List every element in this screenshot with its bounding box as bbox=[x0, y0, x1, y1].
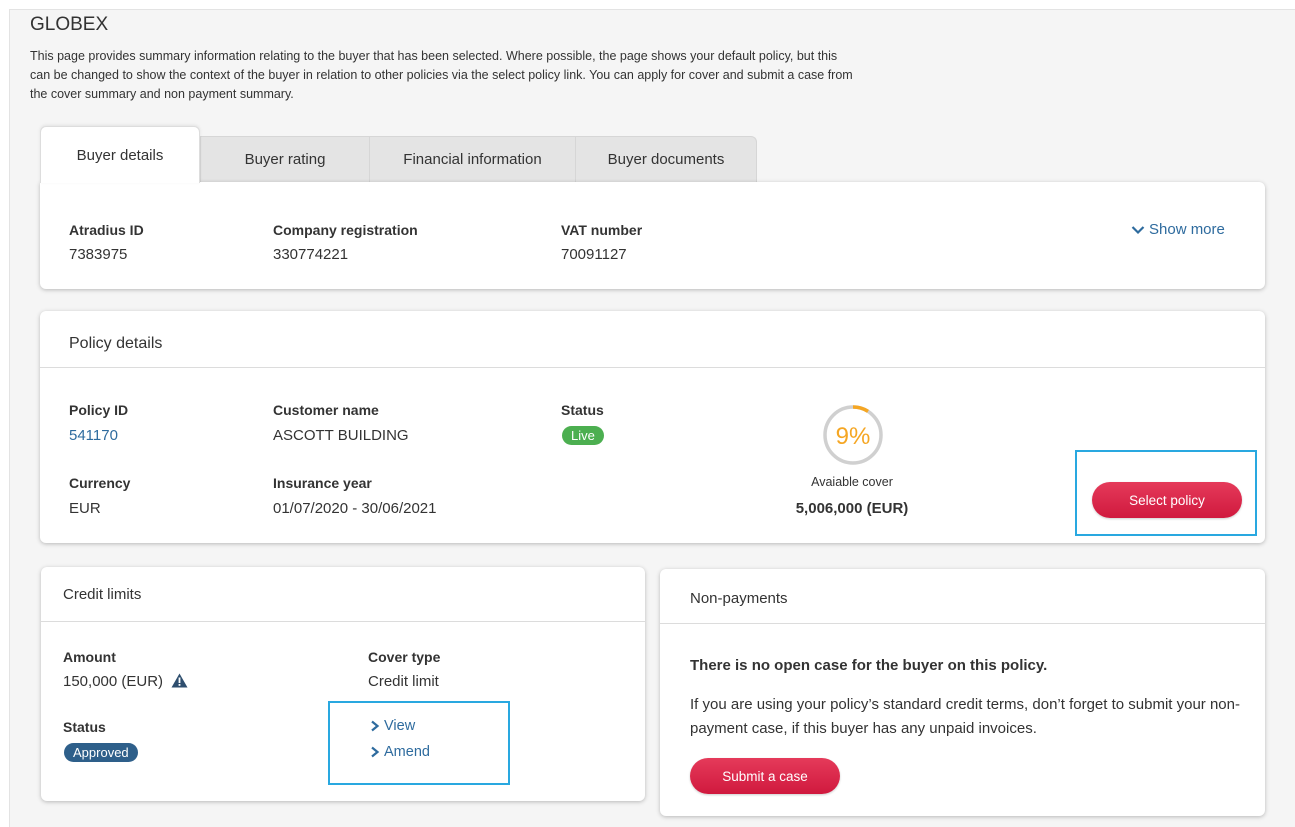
amount-label: Amount bbox=[63, 649, 116, 665]
non-payments-header: Non-payments bbox=[690, 590, 788, 607]
cover-gauge: 9% bbox=[823, 405, 883, 465]
non-payment-info-text: If you are using your policy’s standard … bbox=[690, 696, 1240, 737]
policy-id-link[interactable]: 541170 bbox=[69, 427, 118, 444]
page-intro: This page provides summary information r… bbox=[30, 49, 853, 101]
currency-label: Currency bbox=[69, 475, 131, 491]
buyer-details-card: Atradius ID 7383975 Company registration… bbox=[40, 182, 1265, 289]
policy-status-label: Status bbox=[561, 402, 604, 418]
cover-type-value: Credit limit bbox=[368, 673, 439, 690]
credit-limits-header: Credit limits bbox=[63, 586, 142, 603]
tab-buyer-details[interactable]: Buyer details bbox=[40, 126, 200, 183]
vat-number-label: VAT number bbox=[561, 222, 643, 238]
amount-value: 150,000 (EUR) bbox=[63, 673, 188, 690]
live-status-badge: Live bbox=[562, 426, 604, 445]
no-open-case-heading: There is no open case for the buyer on t… bbox=[690, 657, 1048, 674]
show-more-link[interactable]: Show more bbox=[1131, 221, 1225, 238]
insurance-year-label: Insurance year bbox=[273, 475, 372, 491]
company-registration-label: Company registration bbox=[273, 222, 418, 238]
atradius-id-value: 7383975 bbox=[69, 246, 128, 263]
page-title: GLOBEX bbox=[30, 14, 109, 35]
non-payments-card: Non-payments There is no open case for t… bbox=[660, 569, 1265, 816]
select-policy-highlight bbox=[1075, 450, 1257, 536]
show-more-label: Show more bbox=[1149, 221, 1225, 238]
view-amend-highlight bbox=[328, 701, 510, 785]
customer-name-value: ASCOTT BUILDING bbox=[273, 427, 409, 444]
insurance-year-value: 01/07/2020 - 30/06/2021 bbox=[273, 500, 437, 517]
atradius-id-label: Atradius ID bbox=[69, 222, 144, 238]
tab-financial-information[interactable]: Financial information bbox=[369, 136, 576, 182]
approved-status-badge: Approved bbox=[64, 743, 138, 762]
company-registration-value: 330774221 bbox=[273, 246, 349, 263]
chevron-down-icon bbox=[1131, 225, 1145, 234]
customer-name-label: Customer name bbox=[273, 402, 379, 418]
tab-buyer-documents[interactable]: Buyer documents bbox=[575, 136, 757, 182]
available-cover-label: Avaiable cover bbox=[811, 475, 893, 489]
warning-triangle-icon bbox=[171, 673, 188, 688]
tab-buyer-rating[interactable]: Buyer rating bbox=[200, 136, 370, 182]
available-cover-amount: 5,006,000 (EUR) bbox=[795, 500, 909, 517]
policy-id-label: Policy ID bbox=[69, 402, 129, 418]
non-payments-divider bbox=[660, 623, 1265, 624]
policy-details-header: Policy details bbox=[69, 335, 163, 352]
amount-text: 150,000 (EUR) bbox=[63, 673, 164, 690]
submit-case-button[interactable]: Submit a case bbox=[690, 758, 840, 794]
currency-value: EUR bbox=[69, 500, 101, 517]
credit-status-label: Status bbox=[63, 719, 106, 735]
vat-number-value: 70091127 bbox=[561, 246, 627, 263]
credit-limits-divider bbox=[41, 621, 645, 622]
cover-gauge-percent: 9% bbox=[836, 423, 871, 450]
cover-type-label: Cover type bbox=[368, 649, 441, 665]
policy-divider bbox=[40, 367, 1265, 368]
